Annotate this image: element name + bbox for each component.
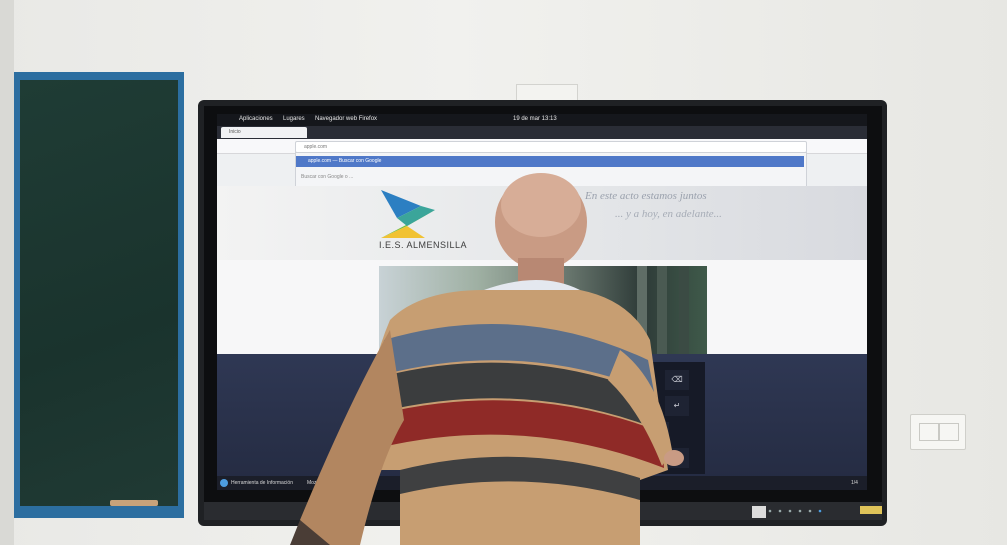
person (290, 173, 684, 545)
